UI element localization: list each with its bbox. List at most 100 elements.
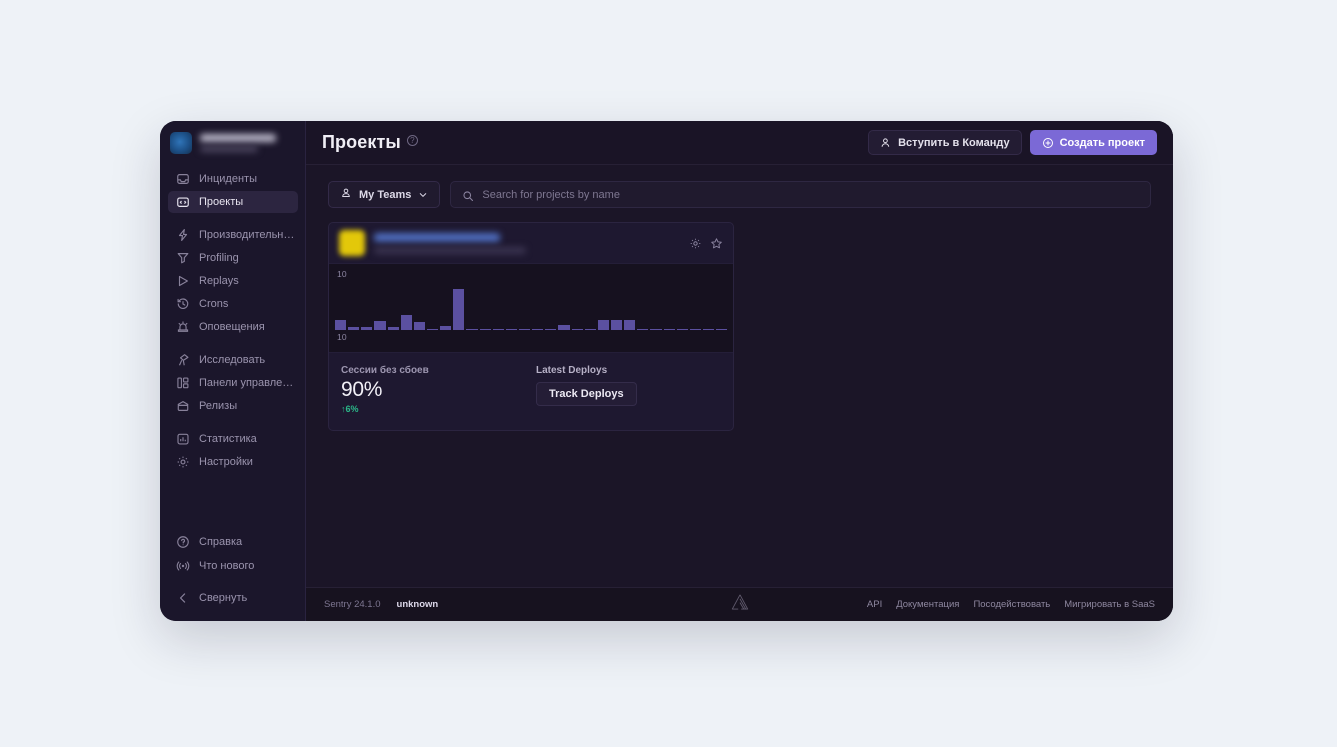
chart-bar (374, 320, 386, 330)
create-project-button[interactable]: Создать проект (1029, 130, 1157, 155)
chart-bar (426, 328, 439, 330)
chart-bar (361, 326, 373, 330)
sidebar-item-replays[interactable]: Replays (168, 270, 298, 292)
sidebar-item-projects[interactable]: Проекты (168, 191, 298, 213)
search-box[interactable] (450, 181, 1151, 208)
chart-bar (624, 320, 636, 330)
sidebar-item-profiling[interactable]: Profiling (168, 247, 298, 269)
chart-bar (479, 328, 491, 330)
sidebar-item-label: Проекты (199, 196, 244, 208)
sidebar-item-performance[interactable]: Производительн… (168, 224, 298, 246)
project-card-actions (689, 237, 723, 250)
chart-bar (387, 326, 399, 330)
sidebar-item-issues[interactable]: Инциденты (168, 168, 298, 190)
chart-bar (518, 328, 531, 330)
content-area: My Teams Search for projects by name 10 … (306, 165, 1173, 587)
teams-dropdown-label: My Teams (359, 188, 412, 201)
chart-bar (348, 326, 360, 330)
chart-bar (400, 315, 412, 330)
chevron-left-icon (176, 591, 190, 605)
footer-link[interactable]: Посодействовать (973, 599, 1050, 610)
telescope-icon (176, 353, 190, 367)
chart-bar (676, 328, 688, 330)
filter-row: My Teams (328, 181, 1151, 208)
crash-free-trend: ↑6% (341, 404, 359, 415)
sidebar-item-label: Производительн… (199, 229, 295, 241)
gear-icon (176, 455, 190, 469)
footer-link[interactable]: Документация (896, 599, 959, 610)
sidebar-item-label: Справка (199, 536, 243, 548)
footer-link[interactable]: Мигрировать в SaaS (1064, 599, 1155, 610)
clock-history-icon (176, 297, 190, 311)
sidebar-item-label: Crons (199, 298, 229, 310)
nav-group-1: Инциденты Проекты (168, 168, 298, 224)
star-icon[interactable] (710, 237, 723, 250)
sidebar-bottom: Справка Что нового Свернуть (160, 531, 306, 621)
project-name-wrap (374, 232, 680, 254)
sidebar-item-label: Инциденты (199, 173, 257, 185)
sidebar-item-label: Profiling (199, 252, 239, 264)
chart-bar (492, 328, 504, 330)
sidebar-collapse-button[interactable]: Свернуть (168, 587, 298, 609)
track-deploys-button[interactable]: Track Deploys (536, 382, 637, 406)
chart-bar (453, 288, 465, 330)
teams-dropdown[interactable]: My Teams (328, 181, 441, 208)
chart-bar (335, 319, 347, 330)
sidebar-item-help[interactable]: Справка (168, 531, 298, 553)
chart-bar (663, 328, 675, 330)
sidebar-item-whats-new[interactable]: Что нового (168, 555, 298, 577)
gear-icon[interactable] (689, 237, 702, 250)
sidebar-item-label: Релизы (199, 400, 238, 412)
chart-bar (689, 328, 701, 330)
crash-free-value: 90% (341, 378, 383, 401)
stats-bar-icon (176, 432, 190, 446)
project-card[interactable]: 10 10 Сессии без сбоев 90% ↑6% Latest De… (328, 222, 734, 432)
sidebar-item-releases[interactable]: Релизы (168, 395, 298, 417)
chart-bar (466, 328, 478, 330)
releases-icon (176, 399, 190, 413)
chart-bar (545, 328, 557, 330)
sidebar-item-label: Панели управле… (199, 377, 294, 389)
help-circle-icon[interactable]: ? (406, 135, 418, 146)
sidebar-nav: Инциденты Проекты Производительн… Profil… (160, 165, 306, 484)
organization-name-redacted (200, 134, 276, 142)
chart-bar (637, 328, 649, 330)
footer-version: Sentry 24.1.0 (324, 599, 381, 610)
project-card-footer: Сессии без сбоев 90% ↑6% Latest Deploys … (329, 353, 733, 430)
organization-avatar (170, 132, 192, 154)
chart-bar (597, 320, 609, 330)
search-input[interactable] (482, 188, 1139, 201)
chart-bar (558, 325, 570, 330)
sidebar-item-alerts[interactable]: Оповещения (168, 316, 298, 338)
project-code-icon (176, 195, 190, 209)
sidebar-item-label: Оповещения (199, 321, 265, 333)
project-subtitle-redacted (374, 246, 526, 254)
organization-header[interactable] (160, 121, 306, 165)
chart-bar (584, 328, 596, 330)
footer-build: unknown (396, 599, 439, 610)
organization-subtitle-redacted (200, 146, 258, 152)
chart-bar (571, 328, 583, 330)
sidebar-item-crons[interactable]: Crons (168, 293, 298, 315)
organization-text (200, 134, 296, 152)
footer-links: API Документация Посодействовать Мигрироват… (867, 599, 1155, 610)
footer-left: Sentry 24.1.0 unknown (324, 599, 438, 610)
chart-bar (505, 328, 517, 330)
sidebar-item-label: Replays (199, 275, 239, 287)
crash-free-sessions-block: Сессии без сбоев 90% ↑6% (341, 365, 536, 414)
chart-bar (702, 328, 715, 330)
join-team-button[interactable]: Вступить в Команду (868, 130, 1022, 155)
plus-circle-icon (1042, 137, 1054, 149)
sidebar-item-settings[interactable]: Настройки (168, 451, 298, 473)
sidebar-item-stats[interactable]: Статистика (168, 428, 298, 450)
sidebar: Инциденты Проекты Производительн… Profil… (160, 121, 306, 621)
sidebar-item-dashboards[interactable]: Панели управле… (168, 372, 298, 394)
chart-bar (532, 328, 544, 330)
sidebar-item-label: Статистика (199, 433, 257, 445)
sidebar-item-discover[interactable]: Исследовать (168, 349, 298, 371)
app-window: Инциденты Проекты Производительн… Profil… (160, 121, 1173, 621)
create-project-label: Создать проект (1059, 136, 1145, 149)
chart-bars (335, 284, 728, 330)
footer-link[interactable]: API (867, 599, 882, 610)
chart-axis-bottom-label: 10 (337, 332, 347, 342)
